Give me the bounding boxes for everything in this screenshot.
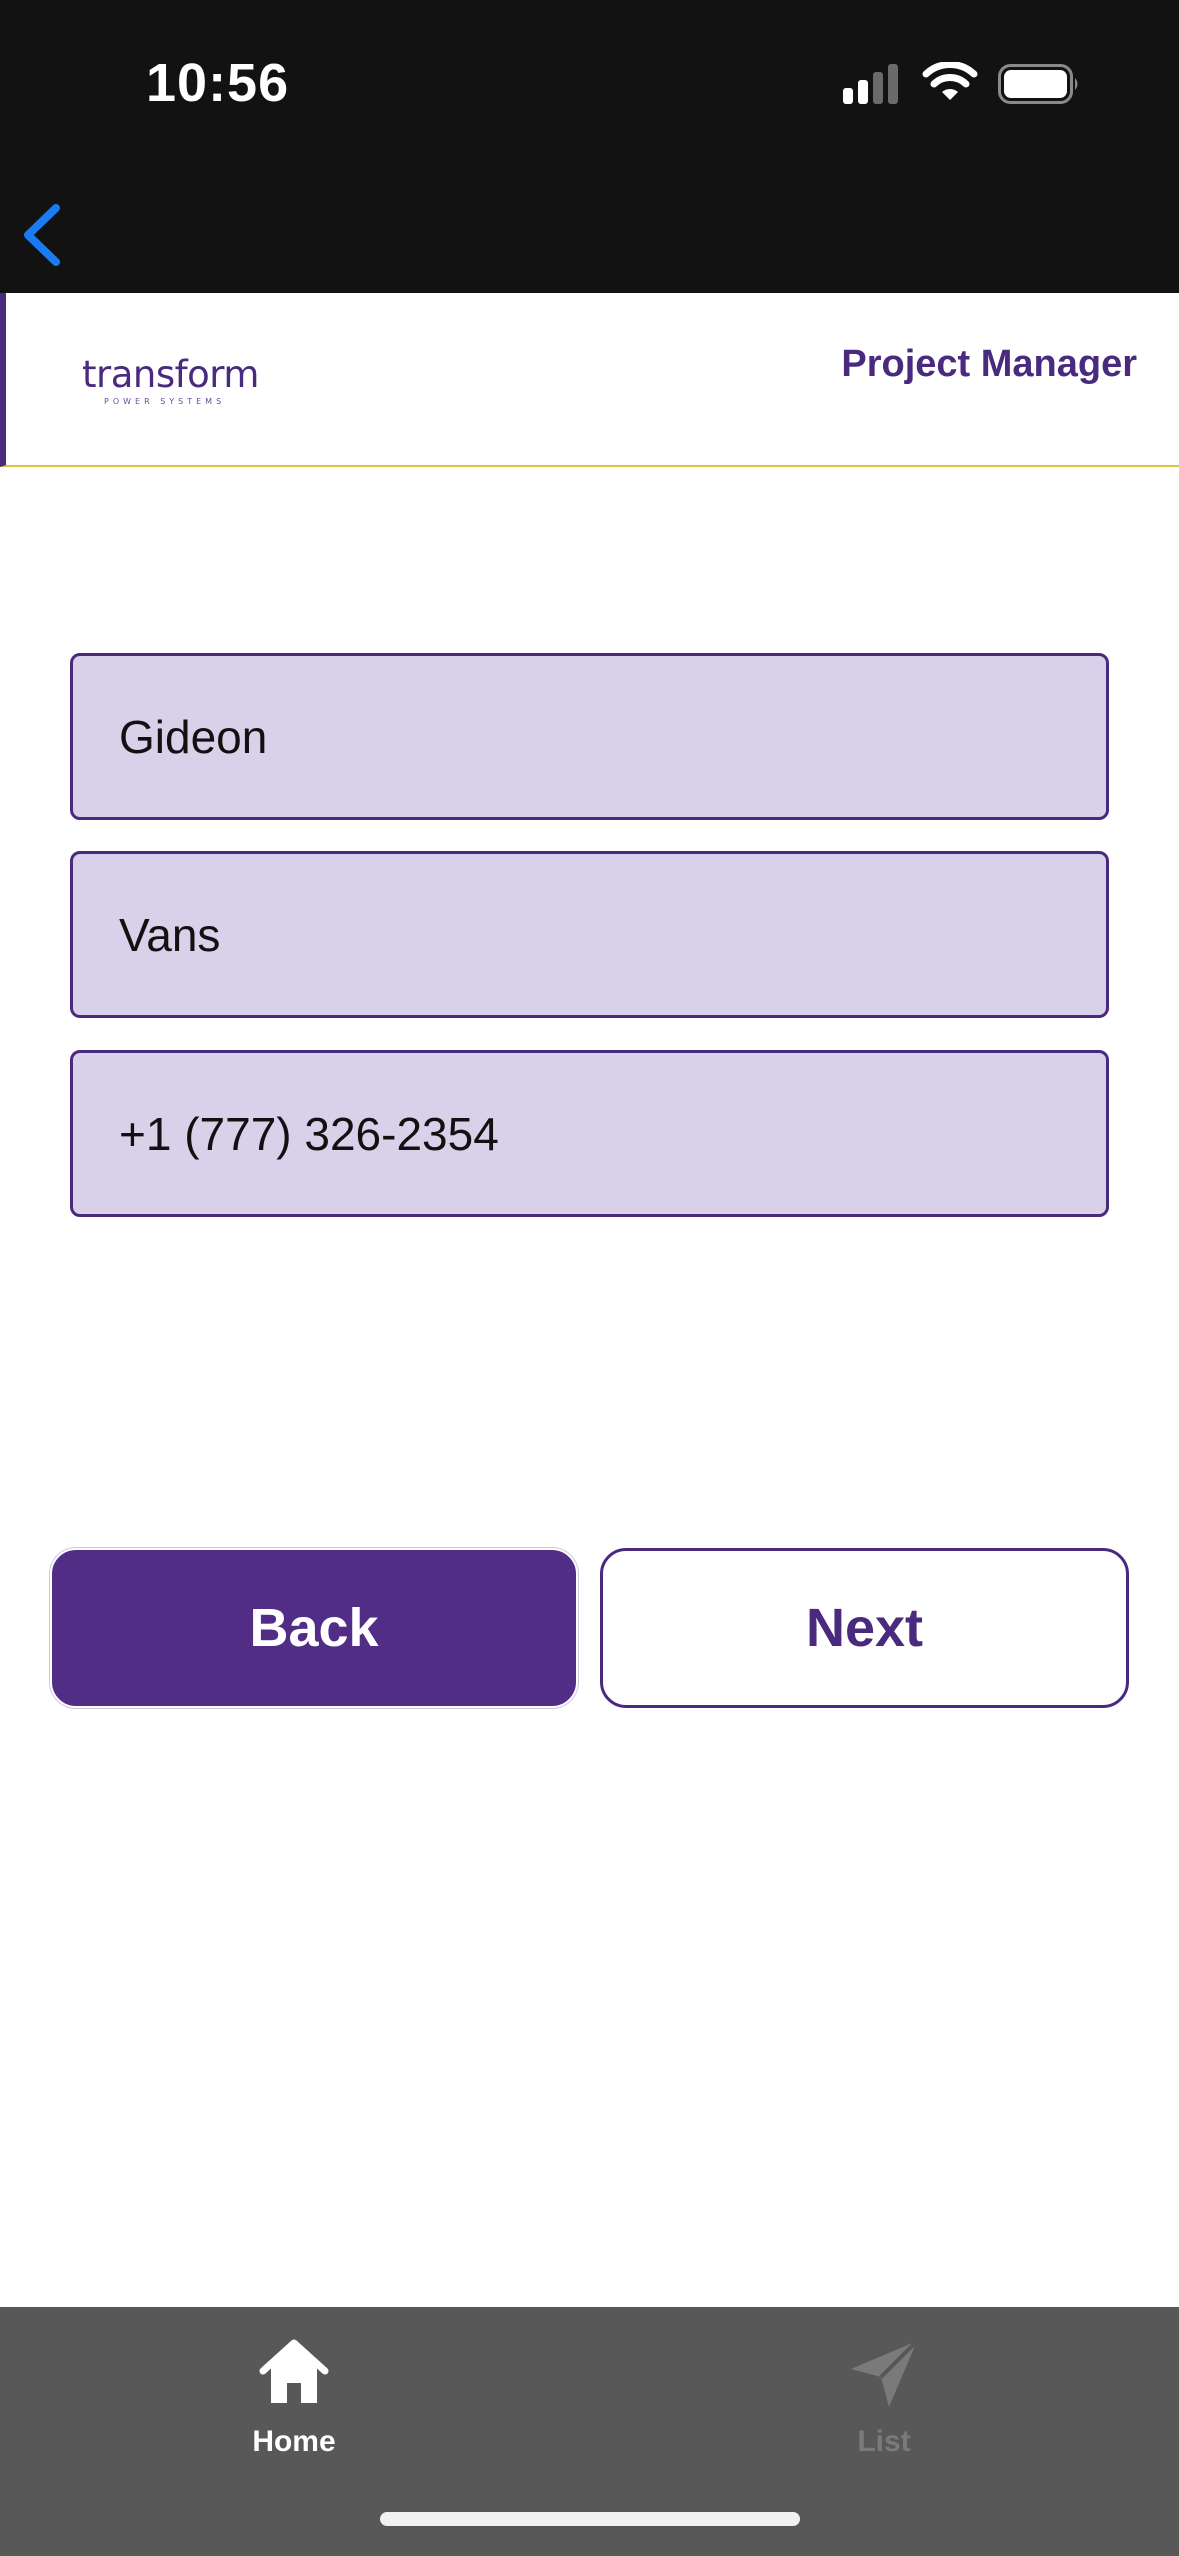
battery-icon <box>998 64 1078 104</box>
send-icon <box>851 2339 919 2407</box>
cellular-signal-icon <box>843 64 898 104</box>
transform-logo: transform POWER SYSTEMS <box>82 353 272 406</box>
wifi-icon <box>922 62 978 100</box>
page-role-title: Project Manager <box>841 343 1137 385</box>
back-button[interactable]: Back <box>50 1548 578 1708</box>
tab-home-label: Home <box>252 2425 336 2458</box>
tab-home[interactable]: Home <box>194 2327 394 2467</box>
status-time: 10:56 <box>146 53 290 113</box>
tab-list[interactable]: List <box>784 2327 984 2467</box>
home-indicator <box>380 2512 800 2526</box>
phone-field[interactable] <box>70 1050 1109 1217</box>
first-name-field[interactable] <box>70 653 1109 820</box>
tab-list-label: List <box>857 2425 911 2458</box>
status-bar: 10:56 <box>0 0 1179 293</box>
chevron-left-icon[interactable] <box>18 200 68 270</box>
tab-bar: Home List <box>0 2307 1179 2556</box>
logo-text: transform <box>82 353 259 396</box>
logo-tagline: POWER SYSTEMS <box>104 397 226 406</box>
next-button[interactable]: Next <box>600 1548 1129 1708</box>
app-header: transform POWER SYSTEMS Project Manager <box>0 293 1179 467</box>
home-icon <box>259 2339 329 2403</box>
last-name-field[interactable] <box>70 851 1109 1018</box>
